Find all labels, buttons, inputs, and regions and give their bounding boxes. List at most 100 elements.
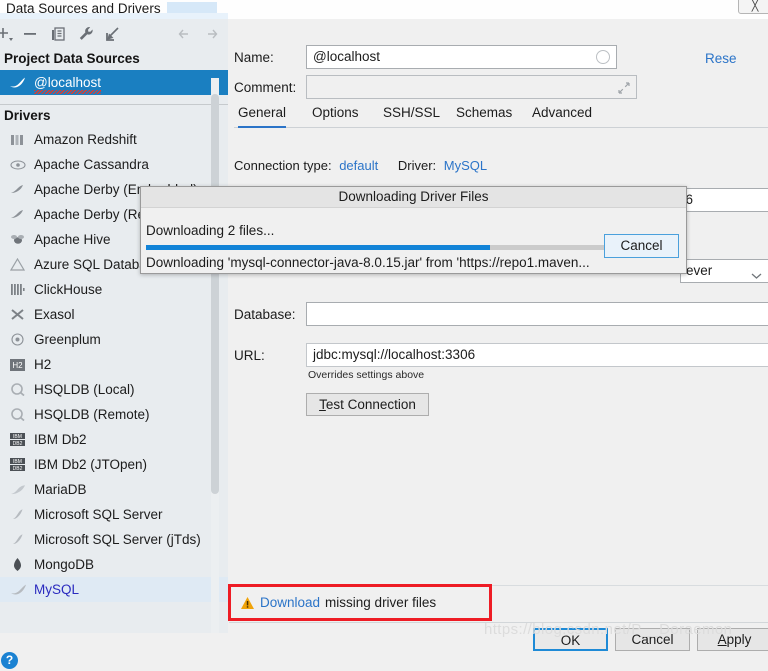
driver-item-label: HSQLDB (Remote) (34, 407, 150, 422)
driver-item-exasol[interactable]: Exasol (0, 302, 228, 327)
driver-item-label: ClickHouse (34, 282, 103, 297)
tab-label: General (238, 105, 287, 120)
driver-item-h2[interactable]: H2 H2 (0, 352, 228, 377)
comment-label: Comment: (234, 80, 297, 95)
main-panel: Name: @localhost Comment: Rese General Op… (229, 19, 768, 622)
driver-item-ibm-db2[interactable]: IBM DB2 IBM Db2 (0, 427, 228, 452)
driver-item-clickhouse[interactable]: ClickHouse (0, 277, 228, 302)
download-link[interactable]: Download (260, 595, 320, 610)
connection-type-row: Connection type: default Driver: MySQL (234, 158, 487, 173)
driver-item-label: MySQL (34, 582, 80, 597)
driver-item-amazon-redshift[interactable]: Amazon Redshift (0, 127, 228, 152)
driver-item-mariadb[interactable]: MariaDB (0, 477, 228, 502)
redshift-icon (8, 131, 27, 148)
tab-options[interactable]: Options (312, 99, 359, 128)
connection-type-label: Connection type: (234, 158, 332, 173)
expand-diagonal-icon[interactable] (617, 80, 631, 94)
tab-general[interactable]: General (238, 99, 287, 128)
downloading-driver-files-dialog: Downloading Driver Files Downloading 2 f… (140, 186, 687, 274)
apply-button[interactable]: Apply (697, 628, 768, 651)
data-sources-tree[interactable]: Project Data Sources @localhost Drivers … (0, 48, 228, 633)
remove-button[interactable] (20, 24, 40, 44)
svg-text:H2: H2 (12, 361, 23, 370)
footer-divider-right (492, 585, 768, 586)
close-icon[interactable]: ╳ (738, 0, 768, 14)
spellcheck-underline (34, 90, 101, 94)
svg-text:IBM: IBM (13, 459, 22, 465)
driver-item-label: H2 (34, 357, 52, 372)
comment-input[interactable] (306, 75, 637, 99)
ok-button[interactable]: OK (533, 628, 608, 651)
dialog-title: Downloading Driver Files (141, 187, 686, 208)
driver-item-mysql[interactable]: MySQL (0, 577, 228, 602)
driver-item-label: Exasol (34, 307, 75, 322)
driver-item-apache-cassandra[interactable]: Apache Cassandra (0, 152, 228, 177)
tab-schemas[interactable]: Schemas (456, 99, 512, 128)
driver-item-label: MariaDB (34, 482, 87, 497)
sidebar-toolbar (0, 19, 228, 48)
mariadb-seal-icon (8, 481, 27, 498)
test-connection-label-rest: est Connection (325, 397, 416, 412)
help-question-icon[interactable]: ? (1, 652, 18, 669)
tab-advanced[interactable]: Advanced (532, 99, 592, 128)
copy-button[interactable] (49, 24, 69, 44)
import-button[interactable] (103, 24, 123, 44)
driver-item-label: IBM Db2 (JTOpen) (34, 457, 148, 472)
navigate-forward-button[interactable] (202, 25, 220, 43)
ibm-db2-icon: IBM DB2 (8, 456, 27, 473)
ibm-db2-icon: IBM DB2 (8, 431, 27, 448)
url-label: URL: (234, 348, 265, 363)
dialog-button-bar: OK Cancel Apply (229, 623, 768, 652)
wrench-icon[interactable] (76, 24, 96, 44)
driver-item-label: Apache Hive (34, 232, 111, 247)
tab-ssh-ssl[interactable]: SSH/SSL (383, 99, 440, 128)
test-connection-button[interactable]: Test Connection (306, 393, 429, 416)
retrieve-combo[interactable]: ever (680, 259, 768, 283)
driver-value[interactable]: MySQL (444, 158, 487, 173)
driver-item-mongodb[interactable]: MongoDB (0, 552, 228, 577)
svg-text:DB2: DB2 (13, 441, 23, 446)
driver-item-label: Microsoft SQL Server (34, 507, 163, 522)
driver-item-label: IBM Db2 (34, 432, 87, 447)
driver-item-microsoft-sql-server[interactable]: Microsoft SQL Server (0, 502, 228, 527)
cancel-button[interactable]: Cancel (615, 628, 690, 651)
clickhouse-icon (8, 281, 27, 298)
cassandra-eye-icon (8, 156, 27, 173)
database-label: Database: (234, 307, 296, 322)
driver-item-label: Amazon Redshift (34, 132, 137, 147)
sidebar-scrollbar-thumb[interactable] (211, 94, 219, 494)
driver-item-greenplum[interactable]: Greenplum (0, 327, 228, 352)
driver-item-ibm-db2-jtopen-[interactable]: IBM DB2 IBM Db2 (JTOpen) (0, 452, 228, 477)
connection-type-value[interactable]: default (339, 158, 378, 173)
apply-label-rest: pply (726, 632, 752, 647)
driver-item-label: HSQLDB (Local) (34, 382, 135, 397)
download-driver-warning-box[interactable]: Download missing driver files (228, 584, 492, 621)
add-button[interactable] (0, 24, 14, 44)
download-driver-warning: Download missing driver files (240, 595, 436, 610)
exasol-x-icon (8, 306, 27, 323)
circle-icon (596, 50, 610, 64)
driver-item-hsqldb-local-[interactable]: HSQLDB (Local) (0, 377, 228, 402)
greenplum-icon (8, 331, 27, 348)
url-input-value: jdbc:mysql://localhost:3306 (313, 347, 476, 362)
database-input[interactable] (306, 302, 768, 326)
sidebar-item-localhost[interactable]: @localhost (0, 70, 228, 95)
mongodb-leaf-icon (8, 556, 27, 573)
navigate-back-button[interactable] (176, 25, 194, 43)
mysql-dolphin-icon (8, 74, 27, 91)
hsqldb-icon (8, 381, 27, 398)
name-input[interactable]: @localhost (306, 45, 617, 69)
url-input[interactable]: jdbc:mysql://localhost:3306 (306, 343, 768, 367)
warning-triangle-icon (240, 596, 255, 610)
dialog-cancel-button[interactable]: Cancel (604, 234, 679, 258)
driver-item-hsqldb-remote-[interactable]: HSQLDB (Remote) (0, 402, 228, 427)
driver-item-label: Greenplum (34, 332, 101, 347)
tree-group-divider (0, 95, 228, 105)
tab-label: Advanced (532, 105, 593, 120)
derby-icon (8, 206, 27, 223)
driver-item-microsoft-sql-server-jtds-[interactable]: Microsoft SQL Server (jTds) (0, 527, 228, 552)
reset-link[interactable]: Rese (705, 51, 737, 66)
chevron-down-icon (751, 265, 762, 282)
page-title: Data Sources and Drivers (6, 1, 161, 16)
sidebar: Project Data Sources @localhost Drivers … (0, 19, 228, 671)
